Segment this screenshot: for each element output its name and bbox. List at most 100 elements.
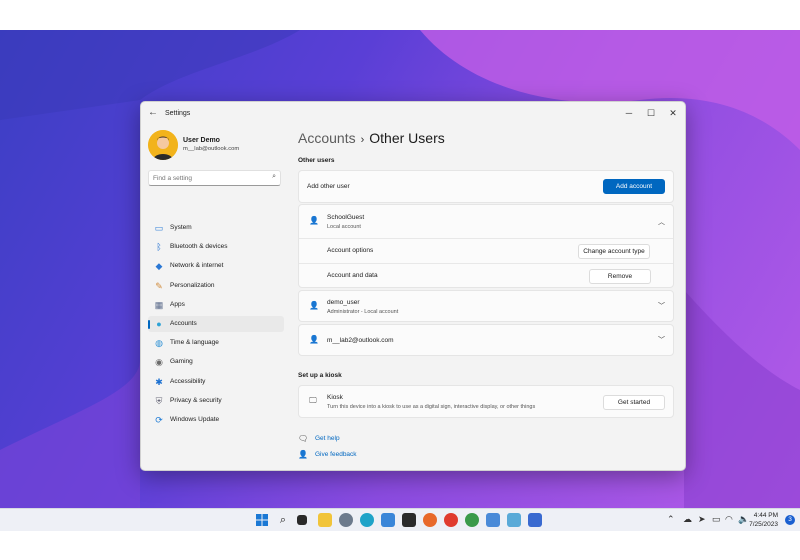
sidebar-item-windows-update[interactable]: ⟳ Windows Update xyxy=(148,412,284,428)
sidebar-item-label: Accessibility xyxy=(170,377,206,385)
add-user-card: Add other user Add account xyxy=(298,170,674,203)
chevron-up-icon[interactable]: ︿ xyxy=(658,217,665,227)
store-icon[interactable] xyxy=(381,513,395,527)
apps-icon: ▦ xyxy=(154,299,164,310)
search-box[interactable]: ⌕ xyxy=(148,170,281,186)
sidebar-item-label: Time & language xyxy=(170,339,219,347)
avatar[interactable] xyxy=(148,130,178,160)
section-heading-kiosk: Set up a kiosk xyxy=(298,372,342,379)
sidebar-item-label: Personalization xyxy=(170,281,215,289)
person-icon: 👤 xyxy=(309,301,319,310)
account-type: Local account xyxy=(327,224,361,230)
gamepad-icon: ◉ xyxy=(155,357,163,368)
add-account-button[interactable]: Add account xyxy=(603,179,665,194)
sidebar-item-gaming[interactable]: ◉ Gaming xyxy=(148,354,284,370)
app-title: Settings xyxy=(165,110,191,117)
app-icon[interactable] xyxy=(465,513,479,527)
account-card-demo-user[interactable]: 👤 demo_user Administrator - Local accoun… xyxy=(298,290,674,322)
kiosk-title: Kiosk xyxy=(327,394,343,401)
taskbar: ⌕ ⌃ ☁ ➤ ▭ ◠ 🔈 4:44 PM 7/25/2023 3 xyxy=(0,508,800,531)
close-button[interactable]: ✕ xyxy=(663,105,683,121)
clock[interactable]: 4:44 PM 7/25/2023 xyxy=(749,511,778,529)
sidebar-item-label: Bluetooth & devices xyxy=(170,243,228,251)
settings-window: ← Settings ─ ☐ ✕ User Demo m__lab@outloo… xyxy=(140,101,686,471)
terminal-icon[interactable] xyxy=(402,513,416,527)
accessibility-icon: ✱ xyxy=(155,376,163,387)
globe-icon: ◍ xyxy=(155,338,163,349)
account-card-m-lab2[interactable]: 👤 m__lab2@outlook.com ﹀ xyxy=(298,324,674,356)
send-icon[interactable]: ➤ xyxy=(698,514,706,525)
chevron-up-icon[interactable]: ⌃ xyxy=(667,514,675,525)
shield-icon: ⛨ xyxy=(155,395,163,406)
start-icon[interactable] xyxy=(255,513,269,527)
account-name: SchoolGuest xyxy=(327,214,365,221)
get-started-button[interactable]: Get started xyxy=(603,395,665,410)
account-and-data-label: Account and data xyxy=(327,272,378,279)
sidebar-item-accounts[interactable]: ● Accounts xyxy=(148,316,284,332)
kiosk-description: Turn this device into a kiosk to use as … xyxy=(327,404,536,410)
search-input[interactable] xyxy=(153,171,263,185)
remove-button[interactable]: Remove xyxy=(589,269,651,284)
sidebar-item-label: System xyxy=(170,224,192,231)
active-indicator xyxy=(148,320,150,329)
sidebar-item-apps[interactable]: ▦ Apps xyxy=(148,297,284,313)
person-icon: ● xyxy=(156,319,162,329)
file-explorer-icon[interactable] xyxy=(318,513,332,527)
chevron-down-icon[interactable]: ﹀ xyxy=(658,301,665,311)
task-view-icon[interactable] xyxy=(297,515,307,525)
account-header-schoolguest[interactable]: 👤 SchoolGuest Local account ︿ xyxy=(299,205,673,238)
search-icon[interactable]: ⌕ xyxy=(276,513,290,527)
notification-badge[interactable]: 3 xyxy=(785,515,795,525)
account-name: demo_user xyxy=(327,299,360,306)
divider xyxy=(299,263,673,264)
user-email: m__lab@outlook.com xyxy=(183,146,240,152)
kiosk-card: 🖵 Kiosk Turn this device into a kiosk to… xyxy=(298,385,674,418)
divider xyxy=(299,238,673,239)
edge-icon[interactable] xyxy=(360,513,374,527)
sidebar-item-label: Accounts xyxy=(170,320,197,327)
search-icon[interactable]: ⌕ xyxy=(272,173,276,181)
breadcrumb: Accounts › Other Users xyxy=(298,130,445,146)
page-title: Other Users xyxy=(369,130,445,146)
maximize-button[interactable]: ☐ xyxy=(641,105,661,121)
sidebar-item-network-internet[interactable]: ◆ Network & internet xyxy=(148,258,284,274)
title-bar: ← Settings ─ ☐ ✕ xyxy=(141,102,685,126)
sidebar-item-personalization[interactable]: ✎ Personalization xyxy=(148,278,284,294)
wifi-icon: ◆ xyxy=(155,261,163,272)
monitor-icon[interactable]: ▭ xyxy=(712,514,721,525)
photos-icon[interactable] xyxy=(507,513,521,527)
sidebar-item-bluetooth-devices[interactable]: ᛒ Bluetooth & devices xyxy=(148,239,284,255)
app-icon[interactable] xyxy=(486,513,500,527)
volume-icon[interactable]: 🔈 xyxy=(738,514,749,525)
bluetooth-icon: ᛒ xyxy=(156,242,162,253)
add-other-user-label: Add other user xyxy=(307,183,350,190)
settings-gear-icon[interactable] xyxy=(339,513,353,527)
feedback-icon: 👤 xyxy=(298,450,308,459)
account-options-label: Account options xyxy=(327,247,374,254)
minimize-button[interactable]: ─ xyxy=(619,105,639,121)
sidebar-item-privacy-security[interactable]: ⛨ Privacy & security xyxy=(148,393,284,409)
cloud-icon[interactable]: ☁ xyxy=(683,514,692,525)
chrome-icon[interactable] xyxy=(444,513,458,527)
give-feedback-link[interactable]: Give feedback xyxy=(315,451,357,458)
change-account-type-button[interactable]: Change account type xyxy=(578,244,650,259)
account-name: m__lab2@outlook.com xyxy=(327,337,394,344)
user-name: User Demo xyxy=(183,137,220,144)
sidebar-item-accessibility[interactable]: ✱ Accessibility xyxy=(148,374,284,390)
chevron-down-icon[interactable]: ﹀ xyxy=(658,335,665,345)
account-card-schoolguest: 👤 SchoolGuest Local account ︿ Account op… xyxy=(298,204,674,288)
sidebar-item-label: Windows Update xyxy=(170,416,220,423)
sidebar-item-time-language[interactable]: ◍ Time & language xyxy=(148,335,284,351)
monitor-icon: ▭ xyxy=(154,223,164,233)
user-avatar-icon xyxy=(148,130,178,160)
brush-icon: ✎ xyxy=(155,280,163,291)
time: 4:44 PM xyxy=(753,512,778,519)
firefox-icon[interactable] xyxy=(423,513,437,527)
breadcrumb-parent[interactable]: Accounts xyxy=(298,130,356,146)
wifi-icon[interactable]: ◠ xyxy=(725,514,733,525)
date: 7/25/2023 xyxy=(749,521,778,528)
get-help-link[interactable]: Get help xyxy=(315,435,340,442)
app-icon[interactable] xyxy=(528,513,542,527)
back-arrow-icon[interactable]: ← xyxy=(148,107,158,118)
sidebar-item-system[interactable]: ▭ System xyxy=(148,220,284,236)
